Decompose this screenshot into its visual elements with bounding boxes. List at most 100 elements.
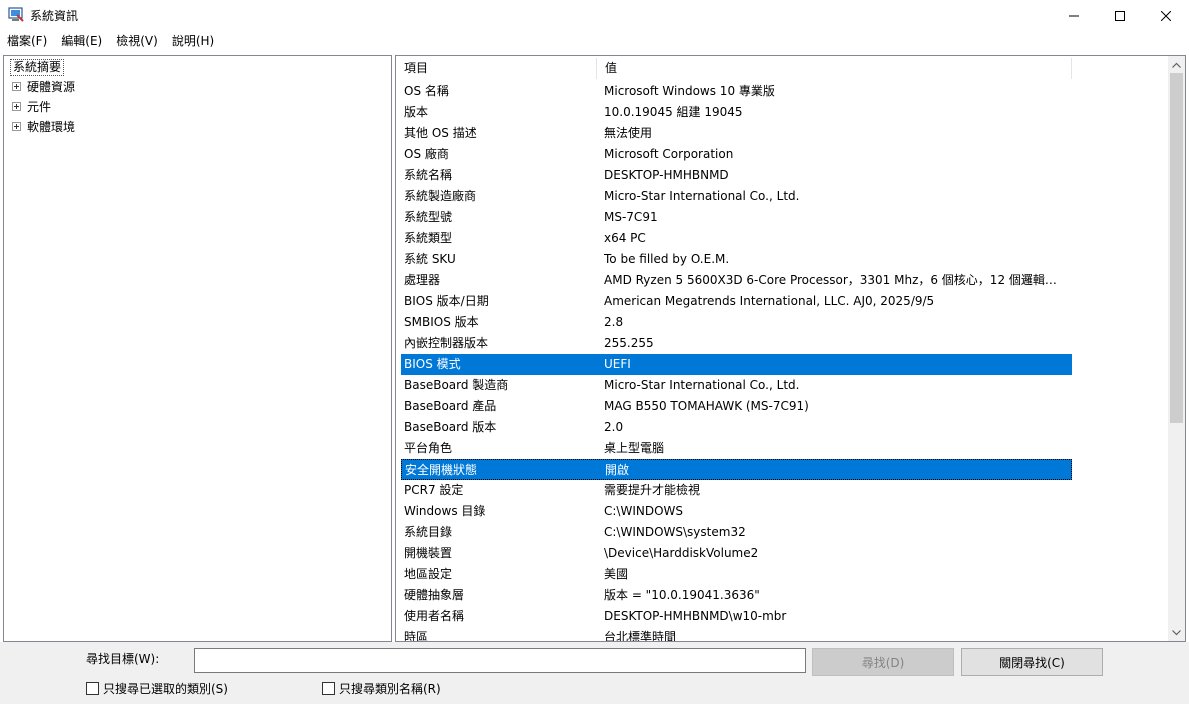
expand-plus-icon[interactable] [12, 102, 21, 111]
minimize-icon [1069, 15, 1079, 16]
table-row[interactable]: 系統名稱 DESKTOP-HMHBNMD [401, 165, 1072, 186]
tree-item-software-environment[interactable]: 軟體環境 [12, 118, 75, 135]
tree-item-label: 元件 [27, 100, 52, 114]
find-bar: 尋找目標(W): 尋找(D) 關閉尋找(C) 只搜尋已選取的類別(S) 只搜尋類… [0, 642, 1189, 704]
table-row[interactable]: 處理器 AMD Ryzen 5 5600X3D 6-Core Processor，… [401, 270, 1072, 291]
scrollbar-thumb[interactable] [1170, 73, 1183, 423]
menu-bar: 檔案(F) 編輯(E) 檢視(V) 說明(H) [0, 31, 1189, 51]
details-list[interactable]: 項目 值 OS 名稱 Microsoft Windows 10 專業版 版本 10.0… [395, 55, 1186, 642]
tree-item-system-summary[interactable]: 系統摘要 [10, 59, 65, 76]
row-value-cell: American Megatrends International, LLC. … [604, 294, 935, 308]
row-item-cell: 地區設定 [404, 567, 453, 581]
row-value-cell: C:\WINDOWS\system32 [604, 525, 746, 539]
table-row[interactable]: 使用者名稱 DESKTOP-HMHBNMD\w10-mbr [401, 606, 1072, 627]
category-tree[interactable]: 系統摘要 硬體資源 元件 軟體環境 [3, 55, 392, 642]
row-item-cell: 內嵌控制器版本 [404, 336, 489, 350]
table-row[interactable]: OS 名稱 Microsoft Windows 10 專業版 [401, 81, 1072, 102]
row-value-cell: Microsoft Windows 10 專業版 [604, 84, 775, 98]
tree-item-label: 硬體資源 [27, 80, 76, 94]
table-row[interactable]: SMBIOS 版本 2.8 [401, 312, 1072, 333]
row-item-cell: Windows 目錄 [404, 504, 486, 518]
row-item-cell: BIOS 模式 [404, 357, 461, 371]
row-value-cell: 開啟 [605, 463, 630, 477]
table-row[interactable]: BIOS 版本/日期 American Megatrends Internatio… [401, 291, 1072, 312]
menu-file[interactable]: 檔案(F) [0, 31, 54, 51]
table-row[interactable]: 系統類型 x64 PC [401, 228, 1072, 249]
table-row[interactable]: BaseBoard 製造商 Micro-Star International Co… [401, 375, 1072, 396]
row-item-cell: BaseBoard 版本 [404, 420, 497, 434]
menu-edit[interactable]: 編輯(E) [54, 31, 109, 51]
checkbox-box[interactable] [322, 682, 335, 695]
tree-item-components[interactable]: 元件 [12, 98, 51, 115]
expand-plus-icon[interactable] [12, 82, 21, 91]
table-row[interactable]: BaseBoard 產品 MAG B550 TOMAHAWK (MS-7C91) [401, 396, 1072, 417]
row-value-cell: x64 PC [604, 231, 646, 245]
row-item-cell: 時區 [404, 630, 429, 642]
tree-item-hardware-resources[interactable]: 硬體資源 [12, 78, 75, 95]
row-item-cell: 系統類型 [404, 231, 453, 245]
vertical-scrollbar[interactable] [1168, 56, 1185, 641]
row-item-cell: PCR7 設定 [404, 483, 464, 497]
row-value-cell: UEFI [604, 357, 631, 371]
menu-view[interactable]: 檢視(V) [109, 31, 165, 51]
table-row[interactable]: BaseBoard 版本 2.0 [401, 417, 1072, 438]
list-header: 項目 值 [396, 56, 1169, 81]
table-row[interactable]: 安全開機狀態 開啟 [401, 459, 1072, 480]
checkbox-label: 只搜尋類別名稱(R) [339, 682, 441, 696]
table-row[interactable]: PCR7 設定 需要提升才能檢視 [401, 480, 1072, 501]
search-category-names-checkbox[interactable]: 只搜尋類別名稱(R) [322, 680, 441, 697]
row-value-cell: AMD Ryzen 5 5600X3D 6-Core Processor，330… [604, 273, 1066, 287]
table-row[interactable]: Windows 目錄 C:\WINDOWS [401, 501, 1072, 522]
table-row[interactable]: 地區設定 美國 [401, 564, 1072, 585]
row-value-cell: 2.8 [604, 315, 624, 329]
checkbox-box[interactable] [86, 682, 99, 695]
row-item-cell: BIOS 版本/日期 [404, 294, 489, 308]
close-find-button[interactable]: 關閉尋找(C) [961, 648, 1103, 676]
table-row[interactable]: 硬體抽象層 版本 = "10.0.19041.3636" [401, 585, 1072, 606]
find-input[interactable] [194, 648, 806, 673]
table-row[interactable]: 內嵌控制器版本 255.255 [401, 333, 1072, 354]
menu-help[interactable]: 說明(H) [165, 31, 221, 51]
row-value-cell: 無法使用 [604, 126, 653, 140]
maximize-icon [1115, 10, 1125, 21]
row-value-cell: Microsoft Corporation [604, 147, 734, 161]
expand-plus-icon[interactable] [12, 122, 21, 131]
row-item-cell: BaseBoard 產品 [404, 399, 497, 413]
table-row[interactable]: 版本 10.0.19045 組建 19045 [401, 102, 1072, 123]
row-value-cell: 美國 [604, 567, 629, 581]
table-row[interactable]: BIOS 模式 UEFI [401, 354, 1072, 375]
row-value-cell: To be filled by O.E.M. [604, 252, 730, 266]
maximize-button[interactable] [1097, 0, 1143, 31]
minimize-button[interactable] [1051, 0, 1097, 31]
table-row[interactable]: 系統 SKU To be filled by O.E.M. [401, 249, 1072, 270]
scroll-up-button[interactable] [1168, 56, 1185, 73]
table-row[interactable]: 開機裝置 \Device\HarddiskVolume2 [401, 543, 1072, 564]
column-header-value[interactable]: 值 [597, 56, 1071, 81]
row-item-cell: 使用者名稱 [404, 609, 465, 623]
table-row[interactable]: 其他 OS 描述 無法使用 [401, 123, 1072, 144]
table-row[interactable]: 平台角色 桌上型電腦 [401, 438, 1072, 459]
row-item-cell: 系統型號 [404, 210, 453, 224]
row-value-cell: 10.0.19045 組建 19045 [604, 105, 743, 119]
row-item-cell: 系統 SKU [404, 252, 456, 266]
table-row[interactable]: 系統型號 MS-7C91 [401, 207, 1072, 228]
row-item-cell: 安全開機狀態 [405, 463, 478, 477]
find-button[interactable]: 尋找(D) [812, 648, 954, 676]
row-value-cell: 2.0 [604, 420, 624, 434]
row-value-cell: MS-7C91 [604, 210, 658, 224]
scroll-down-button[interactable] [1168, 624, 1185, 641]
row-item-cell: BaseBoard 製造商 [404, 378, 509, 392]
table-row[interactable]: 系統目錄 C:\WINDOWS\system32 [401, 522, 1072, 543]
row-value-cell: 版本 = "10.0.19041.3636" [604, 588, 760, 602]
table-row[interactable]: 時區 台北標準時間 [401, 627, 1072, 642]
close-button[interactable] [1143, 0, 1189, 31]
table-row[interactable]: OS 廠商 Microsoft Corporation [401, 144, 1072, 165]
chevron-down-icon [1172, 629, 1181, 635]
row-value-cell: C:\WINDOWS [604, 504, 684, 518]
row-item-cell: 硬體抽象層 [404, 588, 465, 602]
column-divider[interactable] [1071, 58, 1072, 79]
row-item-cell: 平台角色 [404, 441, 453, 455]
column-header-item[interactable]: 項目 [396, 56, 596, 81]
search-selected-category-checkbox[interactable]: 只搜尋已選取的類別(S) [86, 680, 228, 697]
table-row[interactable]: 系統製造廠商 Micro-Star International Co., Ltd. [401, 186, 1072, 207]
